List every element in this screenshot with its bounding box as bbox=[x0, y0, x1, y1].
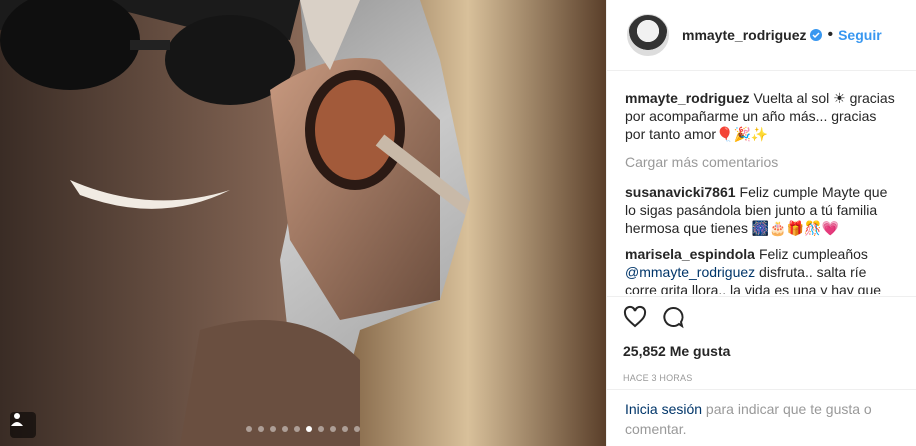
header-separator: • bbox=[827, 26, 834, 43]
comment-username[interactable]: marisela_espindola bbox=[625, 246, 755, 262]
post-photo[interactable] bbox=[0, 0, 606, 446]
login-prompt: Inicia sesión para indicar que te gusta … bbox=[607, 389, 916, 439]
verified-badge-icon bbox=[810, 29, 823, 41]
carousel-dot[interactable] bbox=[318, 426, 324, 432]
post-header: mmayte_rodriguez • Seguir bbox=[607, 0, 916, 71]
avatar[interactable] bbox=[627, 14, 669, 56]
carousel-dot[interactable] bbox=[330, 426, 336, 432]
comment-item: susanavicki7861 Feliz cumple Mayte que lo… bbox=[625, 183, 896, 237]
post-actions: 25,852 Me gusta HACE 3 HORAS bbox=[607, 296, 916, 383]
action-icons bbox=[623, 303, 900, 335]
comment-item: marisela_espindola Feliz cumpleaños @mmay… bbox=[625, 245, 896, 294]
comment-username[interactable]: susanavicki7861 bbox=[625, 184, 736, 200]
login-link[interactable]: Inicia sesión bbox=[625, 401, 702, 417]
like-heart-icon[interactable] bbox=[623, 305, 647, 334]
photo-illustration bbox=[0, 0, 606, 446]
carousel-dot[interactable] bbox=[246, 426, 252, 432]
comment-text-before: Feliz cumpleaños bbox=[758, 246, 868, 262]
carousel-dot[interactable] bbox=[282, 426, 288, 432]
carousel-dot[interactable] bbox=[354, 426, 360, 432]
load-more-comments-button[interactable]: Cargar más comentarios bbox=[625, 153, 896, 171]
instagram-post: mmayte_rodriguez • Seguir mmayte_rodrigu… bbox=[0, 0, 916, 446]
carousel-dot-active[interactable] bbox=[306, 426, 312, 432]
comments-list: mmayte_rodriguez Vuelta al sol ☀ gracias … bbox=[607, 71, 916, 294]
carousel-icon bbox=[10, 412, 36, 438]
header-username[interactable]: mmayte_rodriguez bbox=[682, 27, 806, 43]
comment-mention[interactable]: @mmayte_rodriguez bbox=[625, 264, 755, 280]
comment-bubble-icon[interactable] bbox=[661, 305, 685, 334]
follow-button[interactable]: Seguir bbox=[838, 27, 882, 43]
post-timestamp[interactable]: HACE 3 HORAS bbox=[623, 373, 900, 383]
carousel-dot[interactable] bbox=[294, 426, 300, 432]
likes-count[interactable]: 25,852 Me gusta bbox=[623, 343, 900, 359]
caption-username[interactable]: mmayte_rodriguez bbox=[625, 90, 749, 106]
caption: mmayte_rodriguez Vuelta al sol ☀ gracias … bbox=[625, 89, 896, 143]
carousel-dot[interactable] bbox=[342, 426, 348, 432]
carousel-dots bbox=[0, 426, 606, 432]
post-sidebar: mmayte_rodriguez • Seguir mmayte_rodrigu… bbox=[606, 0, 916, 446]
carousel-dot[interactable] bbox=[270, 426, 276, 432]
carousel-dot[interactable] bbox=[258, 426, 264, 432]
